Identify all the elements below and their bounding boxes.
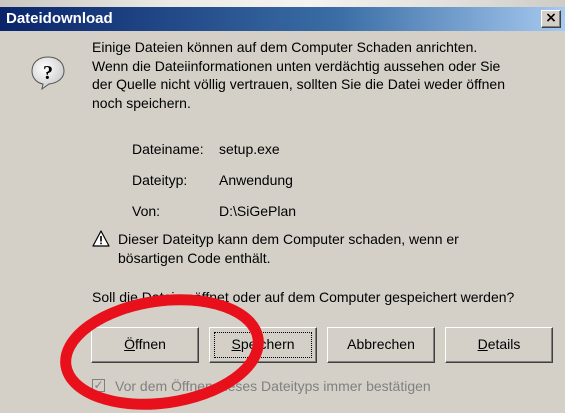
message-line: noch speichern. bbox=[92, 94, 191, 111]
message-line: Einige Dateien können auf dem Computer S… bbox=[92, 39, 478, 55]
window-title: Dateidownload bbox=[6, 10, 113, 27]
close-icon: × bbox=[545, 10, 557, 26]
open-label: ffnen bbox=[135, 336, 166, 352]
file-source-value: D:\SiGePlan bbox=[219, 203, 297, 219]
background-strip bbox=[0, 0, 565, 7]
details-button[interactable]: Details bbox=[445, 327, 553, 363]
open-mnemonic: Ö bbox=[124, 336, 135, 352]
always-confirm-checkbox[interactable]: ✓ bbox=[92, 379, 105, 392]
focus-rectangle bbox=[214, 332, 312, 358]
file-name-label: Dateiname: bbox=[132, 141, 204, 157]
details-label: etails bbox=[487, 336, 521, 352]
always-confirm-label: Vor dem Öffnen dieses Dateityps immer be… bbox=[115, 378, 431, 394]
file-source-label: Von: bbox=[132, 203, 161, 219]
file-type-label: Dateityp: bbox=[132, 172, 188, 188]
message-line: der Quelle nicht völlig vertrauen, sollt… bbox=[92, 76, 505, 92]
open-button[interactable]: Öffnen bbox=[91, 327, 199, 363]
warning-icon bbox=[92, 230, 110, 247]
close-button[interactable]: × bbox=[541, 10, 561, 28]
warning-line: Dieser Dateityp kann dem Computer schade… bbox=[118, 231, 459, 247]
cancel-button[interactable]: Abbrechen bbox=[327, 327, 435, 363]
message-text: Einige Dateien können auf dem Computer S… bbox=[92, 38, 552, 112]
question-icon: ? bbox=[31, 56, 65, 91]
warning-line: bösartigen Code enthält. bbox=[118, 249, 271, 266]
file-type-value: Anwendung bbox=[219, 172, 293, 188]
warning-text: Dieser Dateityp kann dem Computer schade… bbox=[118, 230, 538, 267]
details-mnemonic: D bbox=[477, 336, 488, 352]
title-bar[interactable]: Dateidownload × bbox=[0, 7, 565, 31]
question-text: Soll die Datei geöffnet oder auf dem Com… bbox=[92, 289, 515, 305]
svg-text:?: ? bbox=[43, 62, 53, 84]
file-name-value: setup.exe bbox=[219, 141, 280, 157]
cancel-label: Abbrechen bbox=[347, 336, 415, 352]
message-line: Wenn die Dateiinformationen unten verdäc… bbox=[92, 57, 501, 74]
save-button[interactable]: Speichern bbox=[209, 327, 317, 363]
